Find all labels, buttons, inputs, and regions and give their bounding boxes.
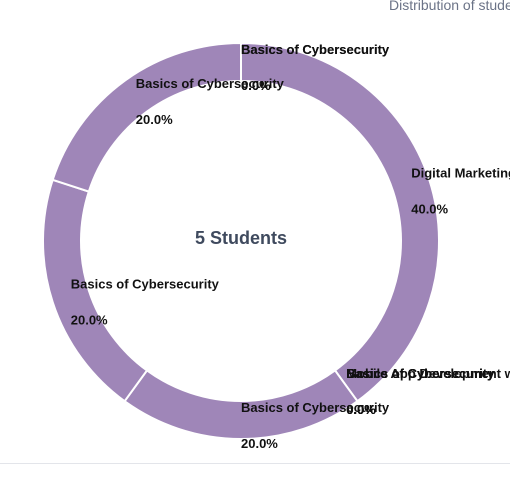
slice-value-label: 40.0% [411,202,448,217]
slice-value-label: 20.0% [136,112,173,127]
donut-center-label: 5 Students [195,228,287,248]
slice-label: Basics of Cybersecurity [241,400,390,415]
slice-label: Basics of Cybersecurity [346,366,495,381]
slice-label: Basics of Cybersecurity [241,42,390,57]
slice-label: Basics of Cybersecurity [71,276,220,291]
slice-value-label: 0.0% [241,78,271,93]
donut-chart: 5 Students Digital Marketing Essentials 4… [42,41,510,451]
donut-slice[interactable] [240,41,440,403]
slice-label: Digital Marketing Essentials [411,166,510,181]
slice-value-label: 20.0% [71,312,108,327]
chart-stage: Distribution of students 5 Students Digi… [0,0,510,499]
slice-value-label: 20.0% [241,436,278,451]
bottom-divider [0,463,510,464]
